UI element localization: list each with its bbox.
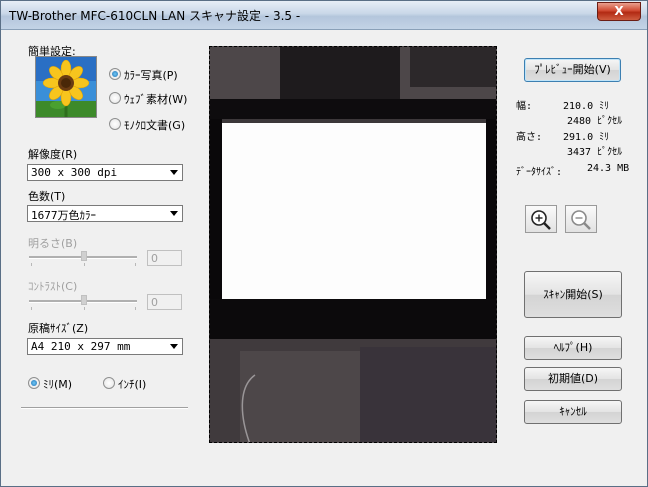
defaults-button[interactable]: 初期値(D) — [524, 367, 622, 391]
unit-inch-label[interactable]: ｲﾝﾁ(I) — [118, 376, 146, 392]
slider-tick — [135, 307, 136, 310]
width-label: 幅: — [516, 101, 533, 112]
doc-size-value: A4 210 x 297 mm — [31, 340, 131, 353]
colors-value: 1677万色ｶﾗｰ — [31, 209, 96, 222]
doc-size-select[interactable]: A4 210 x 297 mm — [27, 338, 183, 355]
dialog-body: 簡単設定: ｶﾗｰ写真(P) ｳｪﾌﾞ素材(W) ﾓﾉｸﾛ文書(G) 解像度(R… — [7, 30, 641, 480]
chevron-down-icon — [170, 211, 178, 216]
brightness-value-box: 0 — [147, 250, 182, 266]
help-button[interactable]: ﾍﾙﾌﾟ(H) — [524, 336, 622, 360]
mode-mono-doc-radio[interactable] — [109, 118, 121, 130]
cancel-button[interactable]: ｷｬﾝｾﾙ — [524, 400, 622, 424]
mode-web-label[interactable]: ｳｪﾌﾞ素材(W) — [124, 91, 187, 107]
slider-tick — [31, 263, 32, 266]
mode-color-photo-label[interactable]: ｶﾗｰ写真(P) — [124, 67, 178, 83]
doc-size-label: 原稿ｻｲｽﾞ(Z) — [28, 322, 89, 335]
contrast-value-box: 0 — [147, 294, 182, 310]
mode-web-radio[interactable] — [109, 92, 121, 104]
window-title: TW-Brother MFC-610CLN LAN スキャナ設定 - 3.5 - — [9, 9, 301, 23]
width-mm: 210.0 ﾐﾘ — [563, 101, 610, 112]
unit-mm-label[interactable]: ﾐﾘ(M) — [43, 376, 72, 392]
scanner-settings-window: TW-Brother MFC-610CLN LAN スキャナ設定 - 3.5 -… — [0, 0, 648, 487]
slider-tick — [84, 307, 85, 310]
mode-mono-doc-label[interactable]: ﾓﾉｸﾛ文書(G) — [124, 117, 185, 133]
width-px: 2480 ﾋﾟｸｾﾙ — [567, 116, 623, 127]
preview-scan-image — [210, 47, 496, 442]
resolution-select[interactable]: 300 x 300 dpi — [27, 164, 183, 181]
left-divider — [21, 407, 188, 409]
unit-mm-radio[interactable] — [28, 377, 40, 389]
height-px: 3437 ﾋﾟｸｾﾙ — [567, 147, 623, 158]
data-size-label: ﾃﾞｰﾀｻｲｽﾞ: — [516, 167, 563, 178]
scan-start-button[interactable]: ｽｷｬﾝ開始(S) — [524, 271, 622, 318]
height-mm: 291.0 ﾐﾘ — [563, 132, 610, 143]
resolution-label: 解像度(R) — [28, 148, 78, 161]
colors-select[interactable]: 1677万色ｶﾗｰ — [27, 205, 183, 222]
colors-label: 色数(T) — [28, 190, 66, 203]
zoom-out-button[interactable] — [565, 205, 597, 233]
zoom-out-icon — [571, 210, 591, 230]
preview-area[interactable] — [209, 46, 497, 443]
slider-tick — [84, 263, 85, 266]
data-size-value: 24.3 MB — [587, 163, 630, 174]
height-label: 高さ: — [516, 132, 543, 143]
slider-tick — [31, 307, 32, 310]
title-bar: TW-Brother MFC-610CLN LAN スキャナ設定 - 3.5 -… — [1, 1, 647, 30]
resolution-value: 300 x 300 dpi — [31, 166, 118, 179]
slider-tick — [135, 263, 136, 266]
mode-color-photo-radio[interactable] — [109, 68, 121, 80]
brightness-slider-thumb — [81, 251, 87, 261]
contrast-label: ｺﾝﾄﾗｽﾄ(C) — [28, 280, 78, 293]
chevron-down-icon — [170, 170, 178, 175]
contrast-slider-thumb — [81, 295, 87, 305]
sunflower-photo-icon — [35, 56, 97, 118]
preview-start-button[interactable]: ﾌﾟﾚﾋﾞｭｰ開始(V) — [524, 58, 621, 82]
close-button[interactable]: X — [597, 2, 641, 21]
zoom-in-icon — [531, 210, 551, 230]
unit-inch-radio[interactable] — [103, 377, 115, 389]
zoom-in-button[interactable] — [525, 205, 557, 233]
chevron-down-icon — [170, 344, 178, 349]
brightness-label: 明るさ(B) — [28, 237, 78, 250]
